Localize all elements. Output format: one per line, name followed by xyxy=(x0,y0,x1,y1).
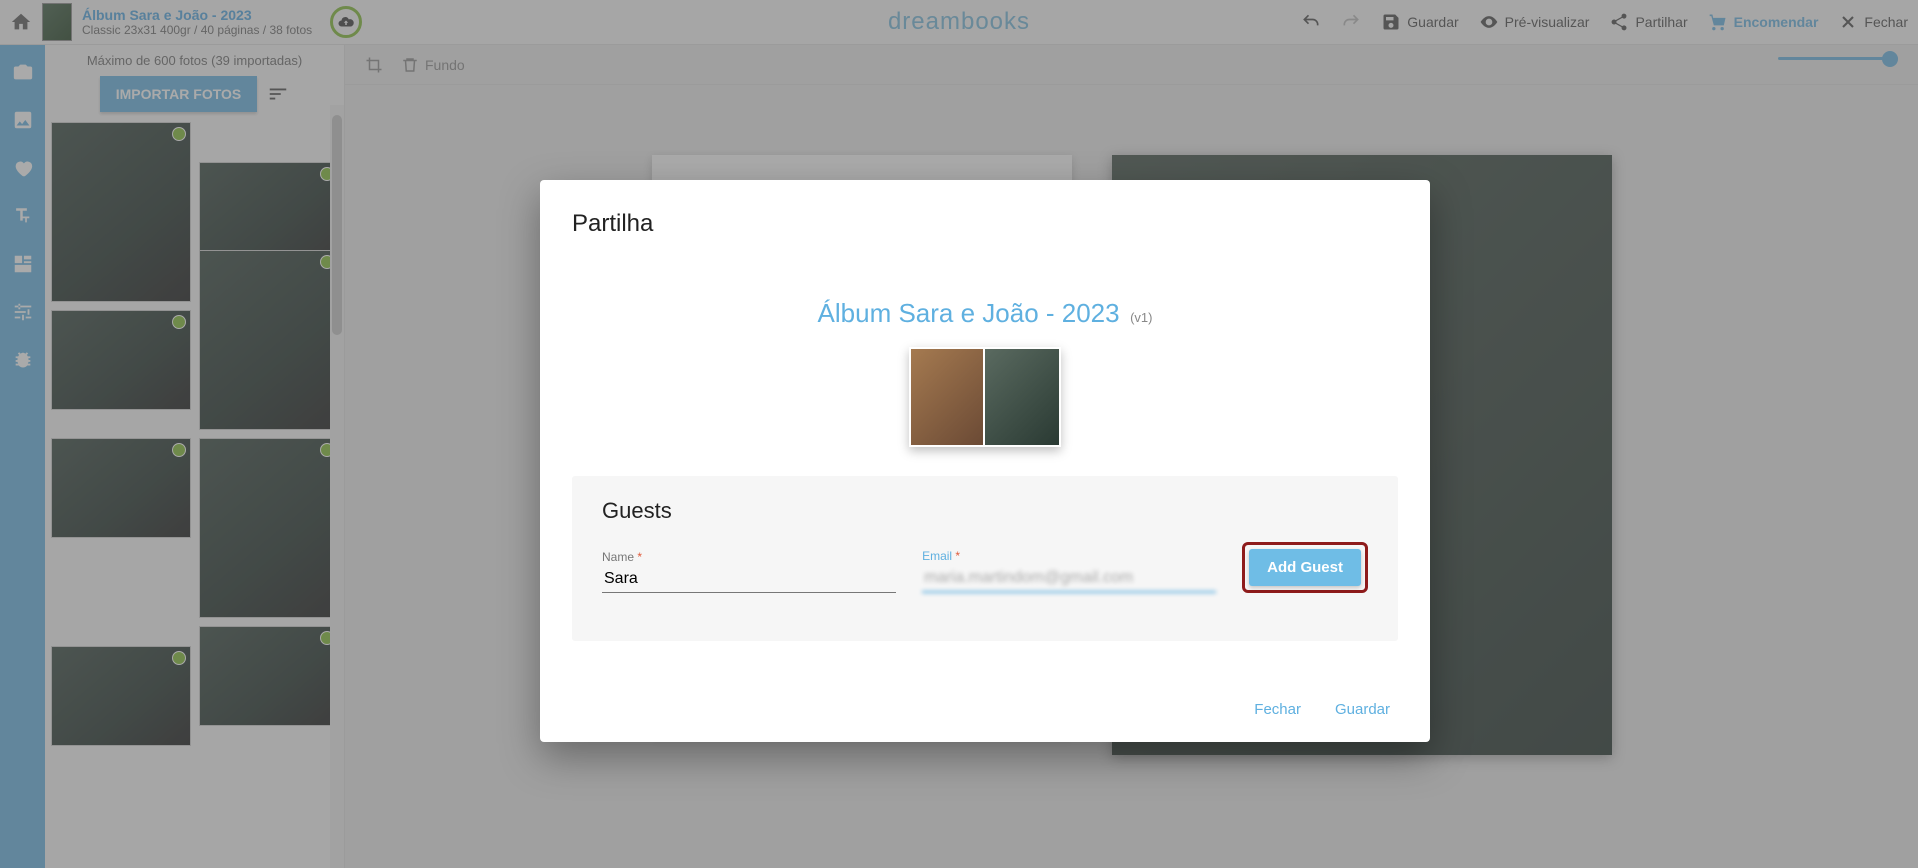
modal-close-button[interactable]: Fechar xyxy=(1254,701,1301,718)
modal-save-button[interactable]: Guardar xyxy=(1335,701,1390,718)
guests-heading: Guests xyxy=(602,498,1368,524)
preview-page-left xyxy=(909,347,985,447)
name-input[interactable] xyxy=(602,566,896,593)
guest-row: Name * Email * Add Guest xyxy=(602,542,1368,593)
email-field-wrap: Email * xyxy=(922,549,1216,593)
share-modal: Partilha Álbum Sara e João - 2023 (v1) G… xyxy=(540,180,1430,742)
name-label: Name * xyxy=(602,550,896,564)
add-guest-highlight: Add Guest xyxy=(1242,542,1368,593)
add-guest-button[interactable]: Add Guest xyxy=(1249,549,1361,586)
modal-album-preview xyxy=(909,347,1061,447)
modal-title: Partilha xyxy=(572,210,1398,238)
guests-card: Guests Name * Email * Add Guest xyxy=(572,476,1398,641)
email-input[interactable] xyxy=(922,565,1216,593)
modal-header-block: Álbum Sara e João - 2023 (v1) xyxy=(572,298,1398,452)
preview-page-right xyxy=(985,347,1061,447)
modal-version: (v1) xyxy=(1130,310,1152,325)
modal-actions: Fechar Guardar xyxy=(572,701,1398,718)
name-field-wrap: Name * xyxy=(602,550,896,593)
modal-album-title[interactable]: Álbum Sara e João - 2023 xyxy=(818,298,1120,329)
email-label: Email * xyxy=(922,549,1216,563)
